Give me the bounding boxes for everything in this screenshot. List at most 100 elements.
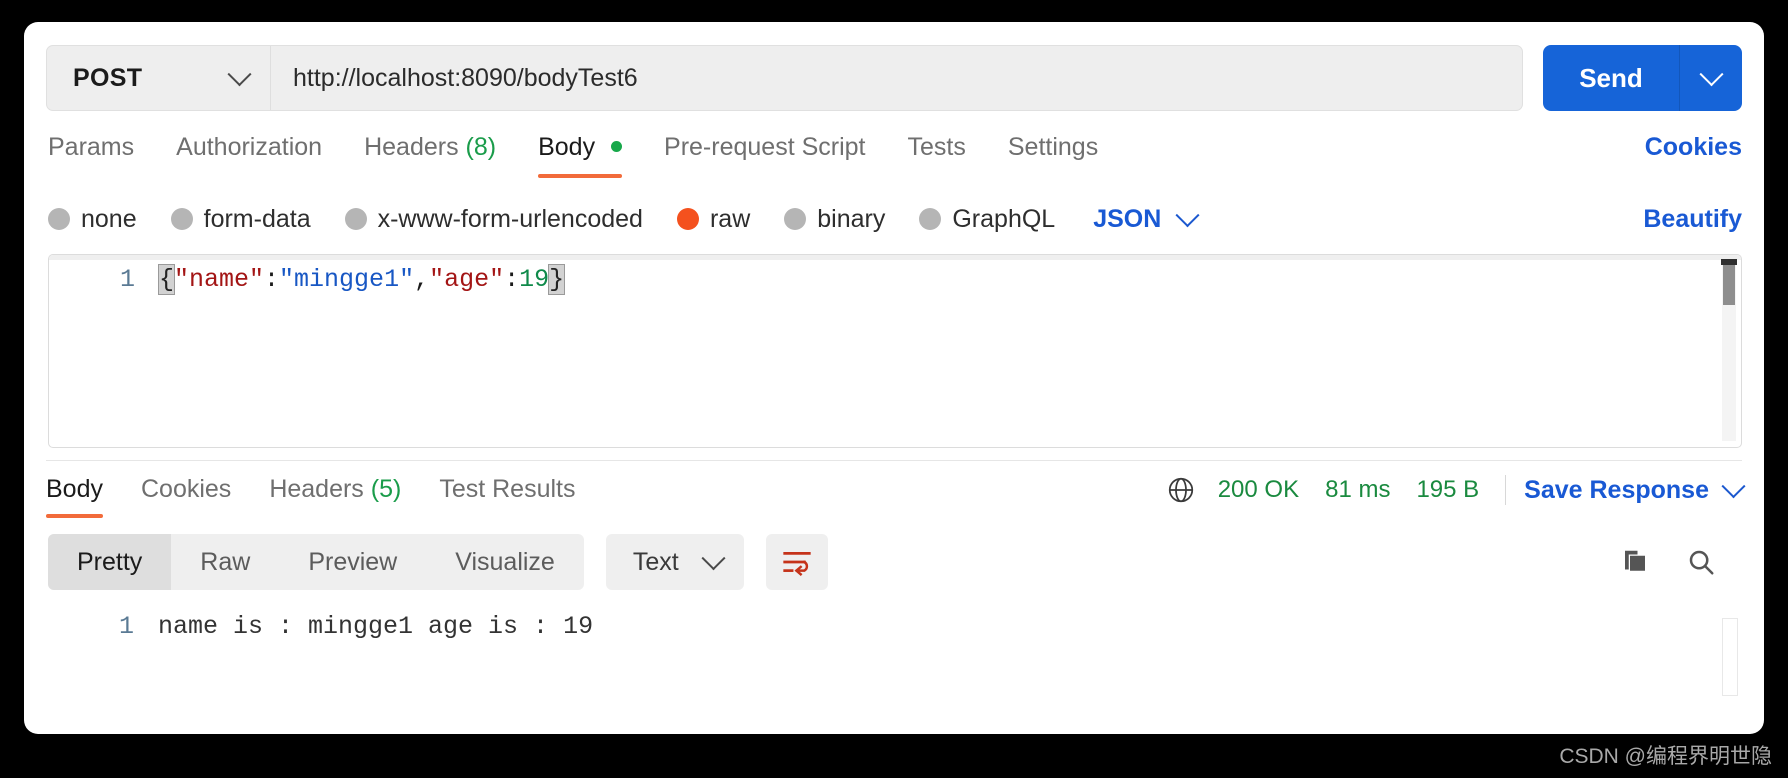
save-response-button[interactable]: Save Response	[1524, 476, 1709, 505]
response-format-label: Text	[633, 548, 679, 577]
view-mode-preview[interactable]: Preview	[279, 534, 426, 590]
json-key-age: "age"	[429, 265, 504, 294]
request-tabs: Params Authorization Headers (8) Body Pr…	[48, 127, 1742, 179]
body-type-graphql[interactable]: GraphQL	[919, 205, 1055, 234]
response-view-mode-group: Pretty Raw Preview Visualize	[48, 534, 584, 590]
tab-label: Cookies	[141, 475, 231, 503]
copy-icon[interactable]	[1620, 547, 1650, 577]
response-body-viewer[interactable]: 1 name is : mingge1 age is : 19	[48, 604, 1742, 734]
tab-label: Settings	[1008, 133, 1098, 161]
response-tab-test-results[interactable]: Test Results	[439, 475, 575, 518]
tab-params[interactable]: Params	[48, 127, 134, 178]
response-tab-body[interactable]: Body	[46, 475, 103, 518]
editor-top-divider	[49, 255, 1741, 260]
body-modified-dot-icon	[611, 141, 622, 152]
http-method-label: POST	[73, 64, 142, 93]
body-type-label: x-www-form-urlencoded	[378, 205, 643, 234]
json-comma: ,	[414, 265, 429, 294]
tab-pre-request-script[interactable]: Pre-request Script	[664, 127, 865, 178]
view-mode-visualize[interactable]: Visualize	[426, 534, 584, 590]
radio-icon	[919, 208, 941, 230]
json-value-name: "mingge1"	[279, 265, 414, 294]
tab-label: Params	[48, 133, 134, 161]
watermark: CSDN @编程界明世隐	[1559, 740, 1772, 770]
radio-icon	[171, 208, 193, 230]
line-number: 1	[48, 612, 134, 641]
tab-label: Test Results	[439, 475, 575, 503]
body-type-label: GraphQL	[952, 205, 1055, 234]
json-value-age: 19	[519, 265, 549, 294]
body-type-form-data[interactable]: form-data	[171, 205, 311, 234]
body-type-binary[interactable]: binary	[784, 205, 885, 234]
request-body-editor[interactable]: 1 {"name":"mingge1","age":19}	[48, 254, 1742, 448]
tab-label: Headers	[364, 133, 459, 161]
raw-format-label: JSON	[1093, 205, 1161, 234]
tab-label: Body	[538, 133, 595, 161]
tab-label: Body	[46, 475, 103, 503]
tab-settings[interactable]: Settings	[1008, 127, 1098, 178]
tab-tests[interactable]: Tests	[908, 127, 966, 178]
url-bar-row: POST http://localhost:8090/bodyTest6 Sen…	[46, 45, 1742, 111]
chevron-down-icon	[1176, 203, 1200, 227]
json-colon: :	[264, 265, 279, 294]
globe-icon	[1166, 475, 1196, 505]
response-scrollbar-track[interactable]	[1722, 618, 1738, 696]
radio-icon	[48, 208, 70, 230]
tab-body[interactable]: Body	[538, 127, 622, 178]
response-format-select[interactable]: Text	[606, 534, 744, 590]
radio-selected-icon	[677, 208, 699, 230]
response-tab-headers[interactable]: Headers (5)	[269, 475, 401, 518]
send-options-button[interactable]	[1679, 45, 1742, 111]
send-button-group: Send	[1543, 45, 1742, 111]
url-input[interactable]: http://localhost:8090/bodyTest6	[271, 46, 1522, 110]
response-body-text: name is : mingge1 age is : 19	[158, 612, 593, 641]
body-type-urlencoded[interactable]: x-www-form-urlencoded	[345, 205, 643, 234]
tab-authorization[interactable]: Authorization	[176, 127, 322, 178]
tab-count: (8)	[466, 133, 497, 161]
body-type-label: none	[81, 205, 137, 234]
body-type-label: binary	[817, 205, 885, 234]
tab-label: Authorization	[176, 133, 322, 161]
status-code: 200 OK	[1218, 476, 1299, 504]
body-type-none[interactable]: none	[48, 205, 137, 234]
chevron-down-icon	[227, 62, 251, 86]
send-button[interactable]: Send	[1543, 45, 1679, 111]
view-mode-raw[interactable]: Raw	[171, 534, 279, 590]
response-action-icons	[1620, 547, 1742, 577]
response-status-group: 200 OK 81 ms 195 B Save Response	[1166, 475, 1742, 505]
line-number: 1	[49, 265, 135, 294]
http-method-select[interactable]: POST	[47, 46, 271, 110]
response-toolbar: Pretty Raw Preview Visualize Text	[48, 534, 1742, 590]
search-icon[interactable]	[1686, 547, 1716, 577]
tab-label: Headers	[269, 475, 364, 503]
json-open-brace: {	[159, 265, 174, 294]
body-type-raw[interactable]: raw	[677, 205, 750, 234]
json-key-name: "name"	[174, 265, 264, 294]
beautify-button[interactable]: Beautify	[1643, 205, 1742, 234]
editor-scrollbar-thumb[interactable]	[1723, 263, 1735, 305]
response-tab-cookies[interactable]: Cookies	[141, 475, 231, 518]
editor-scrollbar-cap	[1721, 259, 1737, 265]
response-tabs: Body Cookies Headers (5) Test Results 20…	[46, 460, 1742, 531]
status-size: 195 B	[1416, 476, 1479, 504]
tab-label: Tests	[908, 133, 966, 161]
cookies-link[interactable]: Cookies	[1645, 127, 1742, 162]
chevron-down-icon	[701, 546, 725, 570]
chevron-down-icon[interactable]	[1721, 474, 1745, 498]
response-body-line: 1 name is : mingge1 age is : 19	[48, 604, 1742, 641]
status-divider	[1505, 475, 1506, 505]
raw-format-select[interactable]: JSON	[1093, 205, 1196, 234]
word-wrap-button[interactable]	[766, 534, 828, 590]
status-time: 81 ms	[1325, 476, 1390, 504]
tab-label: Pre-request Script	[664, 133, 865, 161]
postman-request-window: POST http://localhost:8090/bodyTest6 Sen…	[24, 22, 1764, 734]
method-url-group: POST http://localhost:8090/bodyTest6	[46, 45, 1523, 111]
chevron-down-icon	[1699, 62, 1723, 86]
editor-line: 1 {"name":"mingge1","age":19}	[49, 265, 564, 294]
body-type-label: raw	[710, 205, 750, 234]
tab-headers[interactable]: Headers (8)	[364, 127, 496, 178]
view-mode-pretty[interactable]: Pretty	[48, 534, 171, 590]
editor-code-text: {"name":"mingge1","age":19}	[159, 265, 564, 294]
body-type-label: form-data	[204, 205, 311, 234]
radio-icon	[784, 208, 806, 230]
